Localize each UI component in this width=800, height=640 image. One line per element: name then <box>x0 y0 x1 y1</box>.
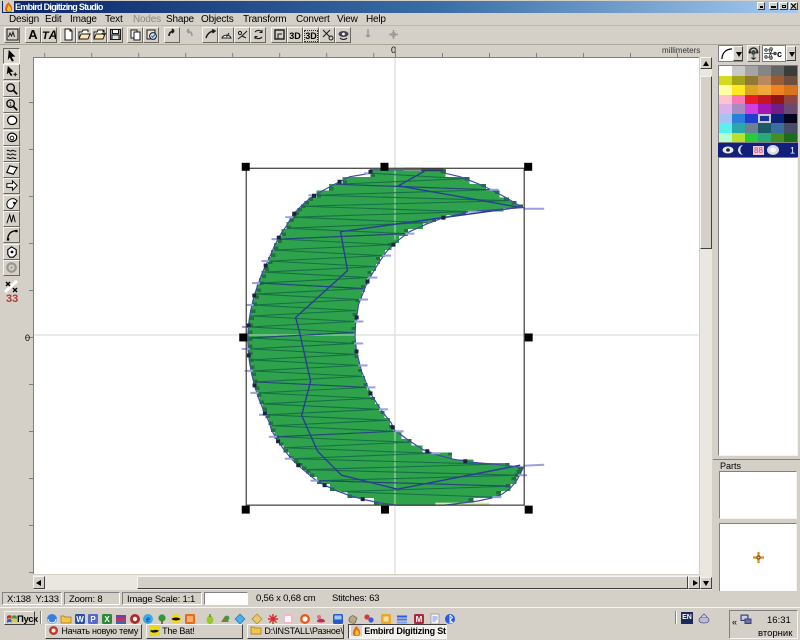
svg-text:88: 88 <box>754 146 763 155</box>
svg-text:W: W <box>76 615 84 624</box>
svg-text:e: e <box>146 614 150 624</box>
svg-text:P: P <box>90 615 96 624</box>
svg-text:c: c <box>777 49 782 59</box>
svg-text:1: 1 <box>8 102 11 108</box>
svg-text:M: M <box>416 615 423 624</box>
svg-text:1: 1 <box>790 146 795 156</box>
svg-text:X: X <box>104 615 110 624</box>
